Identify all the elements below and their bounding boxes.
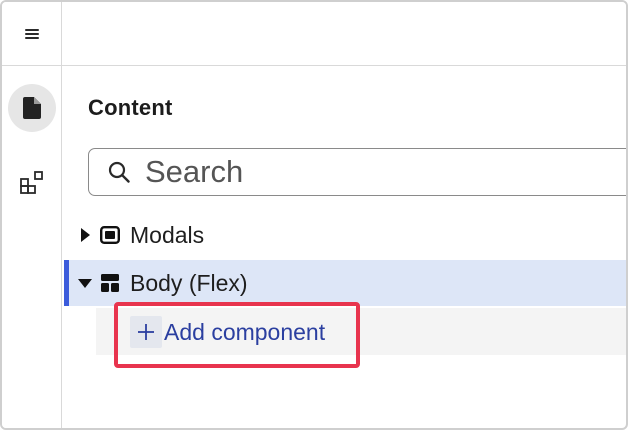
- tree-item-label: Body (Flex): [130, 269, 248, 296]
- tree-item-label: Modals: [130, 221, 205, 248]
- plus-icon: [130, 316, 162, 348]
- top-bar: [62, 2, 626, 66]
- tree-item-body-flex[interactable]: Body (Flex): [64, 260, 626, 306]
- left-rail: [2, 2, 62, 428]
- add-component-button[interactable]: Add component: [130, 316, 325, 348]
- panel-title: Content: [88, 95, 173, 120]
- modal-icon: [100, 225, 120, 245]
- tree-item-modals[interactable]: Modals: [64, 212, 626, 258]
- search-icon: [108, 161, 130, 183]
- flex-layout-icon: [100, 273, 120, 293]
- app-window: Content Modals Bod: [0, 0, 628, 430]
- search-box[interactable]: [88, 148, 626, 196]
- caret-down-icon[interactable]: [78, 276, 92, 290]
- add-component-label: Add component: [164, 318, 326, 345]
- menu-button[interactable]: [2, 2, 62, 66]
- hamburger-menu-icon: [25, 28, 39, 39]
- search-input[interactable]: [145, 152, 565, 192]
- rail-button-components[interactable]: [8, 158, 56, 206]
- components-icon: [20, 171, 43, 194]
- rail-button-content[interactable]: [8, 84, 56, 132]
- caret-right-icon[interactable]: [78, 228, 92, 242]
- page-icon: [23, 97, 41, 119]
